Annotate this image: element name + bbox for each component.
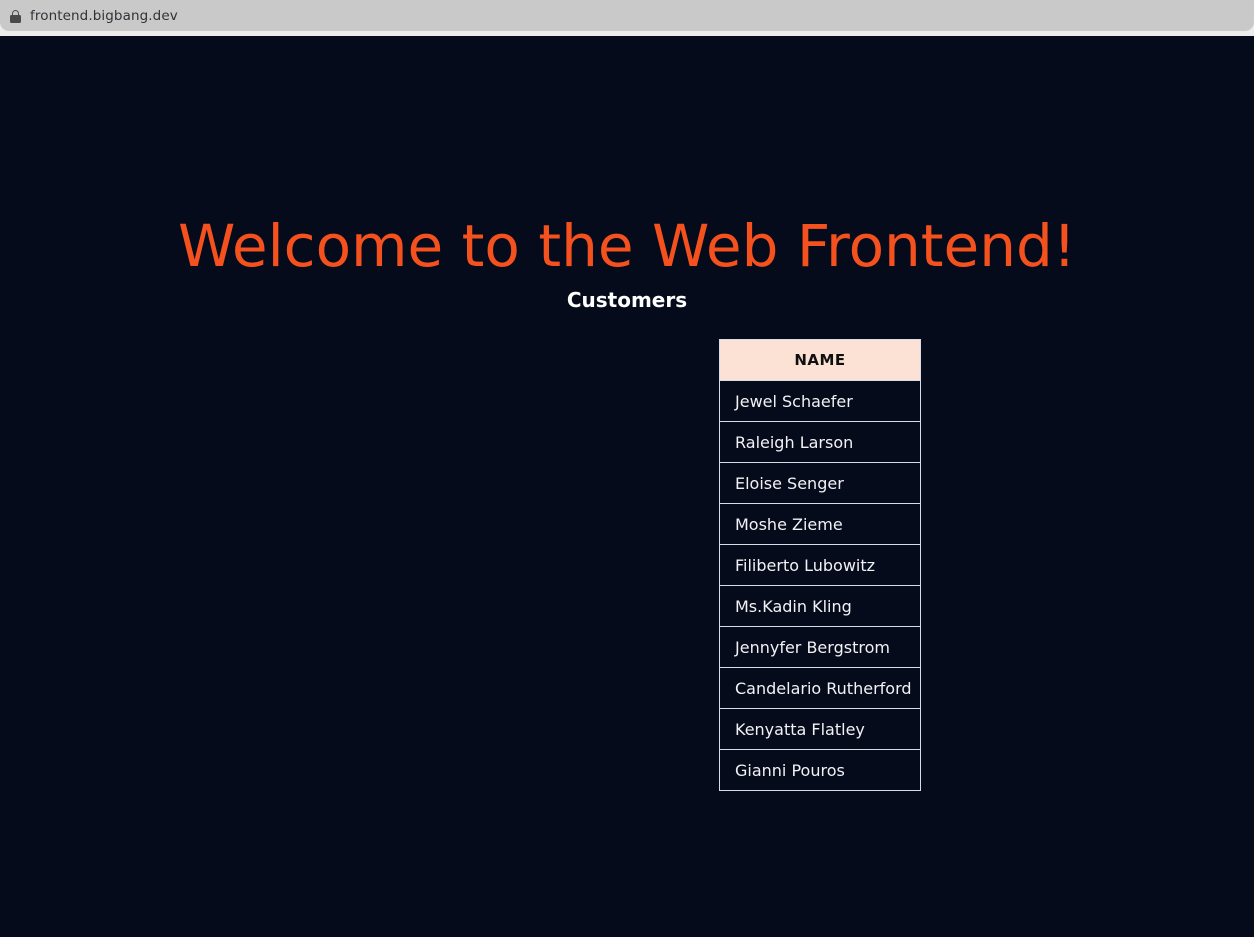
table-row[interactable]: Gianni Pouros: [719, 749, 921, 791]
table-row[interactable]: Ms.Kadin Kling: [719, 585, 921, 627]
cell-name: Eloise Senger: [719, 462, 921, 504]
table-row[interactable]: Raleigh Larson: [719, 421, 921, 463]
customers-table-container: NAME Jewel Schaefer Raleigh Larson Elois…: [719, 339, 921, 791]
table-row[interactable]: Jennyfer Bergstrom: [719, 626, 921, 668]
section-title: Customers: [566, 288, 688, 312]
table-head: NAME: [719, 339, 921, 381]
table-row[interactable]: Moshe Zieme: [719, 503, 921, 545]
cell-name: Moshe Zieme: [719, 503, 921, 545]
table-row[interactable]: Kenyatta Flatley: [719, 708, 921, 750]
url-text: frontend.bigbang.dev: [30, 7, 178, 24]
cell-name: Kenyatta Flatley: [719, 708, 921, 750]
table-header-row: NAME: [719, 339, 921, 381]
browser-chrome: frontend.bigbang.dev: [0, 0, 1254, 36]
cell-name: Ms.Kadin Kling: [719, 585, 921, 627]
customers-table: NAME Jewel Schaefer Raleigh Larson Elois…: [719, 339, 921, 791]
table-row[interactable]: Jewel Schaefer: [719, 380, 921, 422]
cell-name: Filiberto Lubowitz: [719, 544, 921, 586]
cell-name: Jewel Schaefer: [719, 380, 921, 422]
page-title: Welcome to the Web Frontend!: [177, 212, 1077, 280]
table-row[interactable]: Eloise Senger: [719, 462, 921, 504]
cell-name: Gianni Pouros: [719, 749, 921, 791]
cell-name: Raleigh Larson: [719, 421, 921, 463]
url-bar[interactable]: frontend.bigbang.dev: [0, 0, 1254, 31]
table-row[interactable]: Candelario Rutherford: [719, 667, 921, 709]
page-content: Welcome to the Web Frontend! Customers N…: [0, 36, 1254, 937]
table-body: Jewel Schaefer Raleigh Larson Eloise Sen…: [719, 380, 921, 791]
cell-name: Candelario Rutherford: [719, 667, 921, 709]
column-header-name[interactable]: NAME: [719, 339, 921, 381]
cell-name: Jennyfer Bergstrom: [719, 626, 921, 668]
table-row[interactable]: Filiberto Lubowitz: [719, 544, 921, 586]
lock-icon: [10, 9, 21, 23]
